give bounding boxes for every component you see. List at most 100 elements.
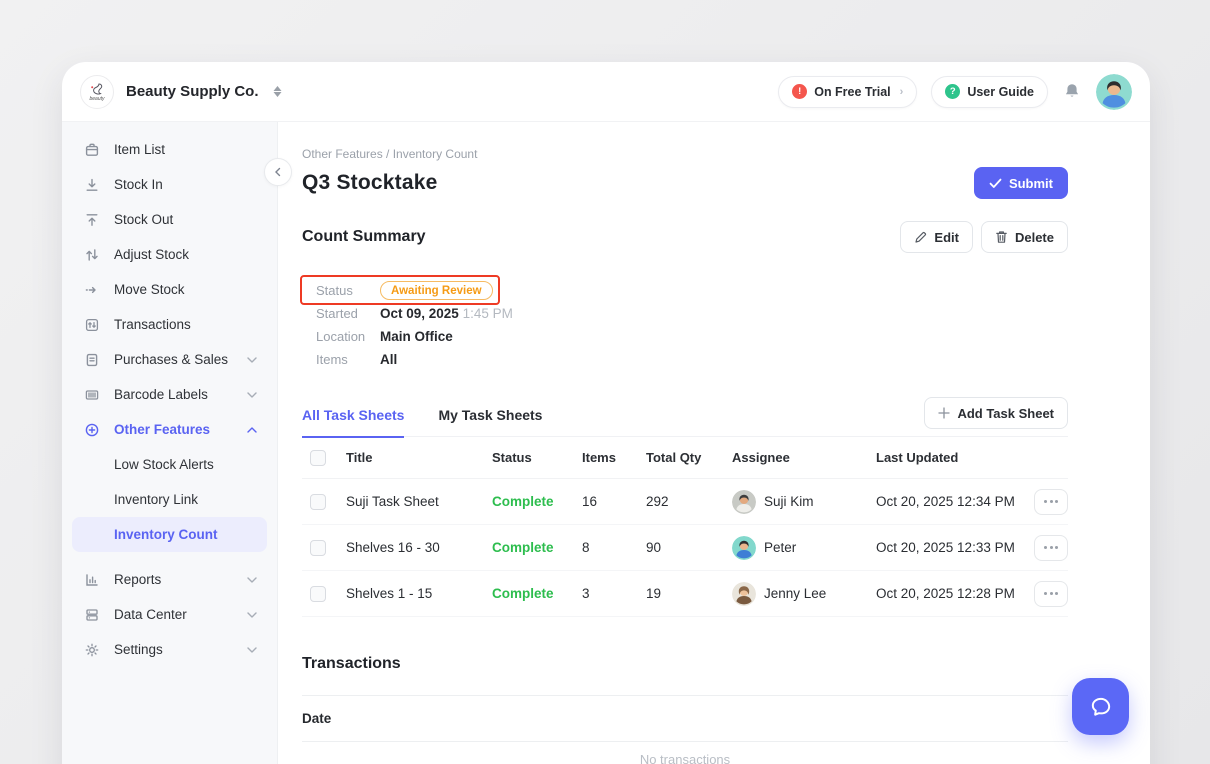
items-value: All <box>380 352 397 367</box>
task-sheet-items: 3 <box>582 586 646 601</box>
row-menu-button[interactable] <box>1034 489 1068 515</box>
item-list-icon <box>84 142 100 158</box>
items-field: Items All <box>302 348 722 371</box>
tab-all-task-sheets[interactable]: All Task Sheets <box>302 407 404 438</box>
row-menu-button[interactable] <box>1034 535 1068 561</box>
row-checkbox[interactable] <box>310 540 326 556</box>
task-sheet-title: Suji Task Sheet <box>346 494 492 509</box>
transactions-heading: Transactions <box>302 655 1068 673</box>
assignee-name: Suji Kim <box>764 494 814 509</box>
task-sheet-tabs: All Task Sheets My Task Sheets Add Task … <box>302 397 1068 437</box>
move-stock-icon <box>84 282 100 298</box>
started-field: Started Oct 09, 2025 1:45 PM <box>302 302 722 325</box>
col-assignee: Assignee <box>732 450 876 465</box>
top-bar: beauty Beauty Supply Co. ! On Free Trial… <box>62 62 1150 122</box>
select-all-checkbox[interactable] <box>310 450 326 466</box>
row-checkbox[interactable] <box>310 494 326 510</box>
sidebar-item-reports[interactable]: Reports <box>72 562 267 597</box>
col-last-updated: Last Updated <box>876 450 1024 465</box>
sidebar-subitem-inventory-count[interactable]: Inventory Count <box>72 517 267 552</box>
settings-gear-icon <box>84 642 100 658</box>
sidebar-item-purchases-sales[interactable]: Purchases & Sales <box>72 342 267 377</box>
sidebar-item-settings[interactable]: Settings <box>72 632 267 667</box>
location-label: Location <box>316 329 380 344</box>
add-task-sheet-label: Add Task Sheet <box>957 406 1054 421</box>
table-row[interactable]: Suji Task Sheet Complete 16 292 Suji Kim… <box>302 479 1068 525</box>
user-guide-button[interactable]: ? User Guide <box>931 76 1048 108</box>
other-features-icon <box>84 422 100 438</box>
row-menu-button[interactable] <box>1034 581 1068 607</box>
task-sheet-total-qty: 19 <box>646 586 732 601</box>
assignee-cell: Peter <box>732 536 876 560</box>
count-summary-heading: Count Summary <box>302 228 426 246</box>
table-row[interactable]: Shelves 16 - 30 Complete 8 90 Peter Oct … <box>302 525 1068 571</box>
chevron-right-icon: › <box>900 86 904 98</box>
sidebar-item-item-list[interactable]: Item List <box>72 132 267 167</box>
user-guide-label: User Guide <box>967 85 1034 99</box>
task-sheet-status: Complete <box>492 494 582 509</box>
assignee-avatar <box>732 490 756 514</box>
status-field: Status Awaiting Review <box>302 279 722 302</box>
app-window: beauty Beauty Supply Co. ! On Free Trial… <box>62 62 1150 764</box>
sidebar-item-transactions[interactable]: Transactions <box>72 307 267 342</box>
edit-button[interactable]: Edit <box>900 221 973 253</box>
assignee-cell: Jenny Lee <box>732 582 876 606</box>
sidebar-item-stock-in[interactable]: Stock In <box>72 167 267 202</box>
last-updated: Oct 20, 2025 12:33 PM <box>876 540 1024 555</box>
sidebar-item-move-stock[interactable]: Move Stock <box>72 272 267 307</box>
assignee-avatar <box>732 582 756 606</box>
chat-support-button[interactable] <box>1072 678 1129 735</box>
sidebar-item-data-center[interactable]: Data Center <box>72 597 267 632</box>
sidebar-item-stock-out[interactable]: Stock Out <box>72 202 267 237</box>
sidebar-item-label: Barcode Labels <box>114 387 208 402</box>
task-sheet-items: 8 <box>582 540 646 555</box>
sidebar-item-adjust-stock[interactable]: Adjust Stock <box>72 237 267 272</box>
transactions-icon <box>84 317 100 333</box>
row-checkbox[interactable] <box>310 586 326 602</box>
sidebar-item-label: Item List <box>114 142 165 157</box>
company-logo[interactable]: beauty <box>80 75 114 109</box>
logo-script-text: beauty <box>89 96 104 102</box>
trial-label: On Free Trial <box>814 85 890 99</box>
assignee-cell: Suji Kim <box>732 490 876 514</box>
started-value: Oct 09, 2025 1:45 PM <box>380 306 513 321</box>
adjust-stock-icon <box>84 247 100 263</box>
sidebar-collapse-button[interactable] <box>264 158 292 186</box>
tab-my-task-sheets[interactable]: My Task Sheets <box>438 407 542 436</box>
chevron-down-icon <box>247 647 257 653</box>
sidebar-subitem-low-stock-alerts[interactable]: Low Stock Alerts <box>72 447 267 482</box>
task-sheet-status: Complete <box>492 540 582 555</box>
sidebar-item-other-features[interactable]: Other Features <box>72 412 267 447</box>
col-title: Title <box>346 450 492 465</box>
page-title: Q3 Stocktake <box>302 171 437 195</box>
trial-alert-icon: ! <box>792 84 807 99</box>
company-switcher-icon[interactable] <box>273 86 282 97</box>
sidebar-item-label: Data Center <box>114 607 187 622</box>
delete-button[interactable]: Delete <box>981 221 1068 253</box>
submit-label: Submit <box>1009 176 1053 191</box>
sidebar-item-label: Move Stock <box>114 282 185 297</box>
sidebar-subitem-label: Inventory Link <box>114 492 198 507</box>
stock-out-icon <box>84 212 100 228</box>
sidebar: Item List Stock In Stock Out Adjust Stoc… <box>62 122 278 764</box>
divider <box>302 741 1068 742</box>
col-items: Items <box>582 450 646 465</box>
task-sheet-total-qty: 292 <box>646 494 732 509</box>
barcode-labels-icon <box>84 387 100 403</box>
add-task-sheet-button[interactable]: Add Task Sheet <box>924 397 1068 429</box>
submit-button[interactable]: Submit <box>974 167 1068 199</box>
free-trial-button[interactable]: ! On Free Trial › <box>778 76 917 108</box>
sidebar-subitem-inventory-link[interactable]: Inventory Link <box>72 482 267 517</box>
user-avatar[interactable] <box>1096 74 1132 110</box>
notifications-bell-icon[interactable] <box>1062 82 1082 102</box>
help-question-icon: ? <box>945 84 960 99</box>
started-label: Started <box>316 306 380 321</box>
last-updated: Oct 20, 2025 12:28 PM <box>876 586 1024 601</box>
sidebar-item-label: Purchases & Sales <box>114 352 228 367</box>
sidebar-item-label: Settings <box>114 642 163 657</box>
task-sheet-title: Shelves 16 - 30 <box>346 540 492 555</box>
sidebar-item-barcode-labels[interactable]: Barcode Labels <box>72 377 267 412</box>
col-status: Status <box>492 450 582 465</box>
table-row[interactable]: Shelves 1 - 15 Complete 3 19 Jenny Lee O… <box>302 571 1068 617</box>
items-label: Items <box>316 352 380 367</box>
